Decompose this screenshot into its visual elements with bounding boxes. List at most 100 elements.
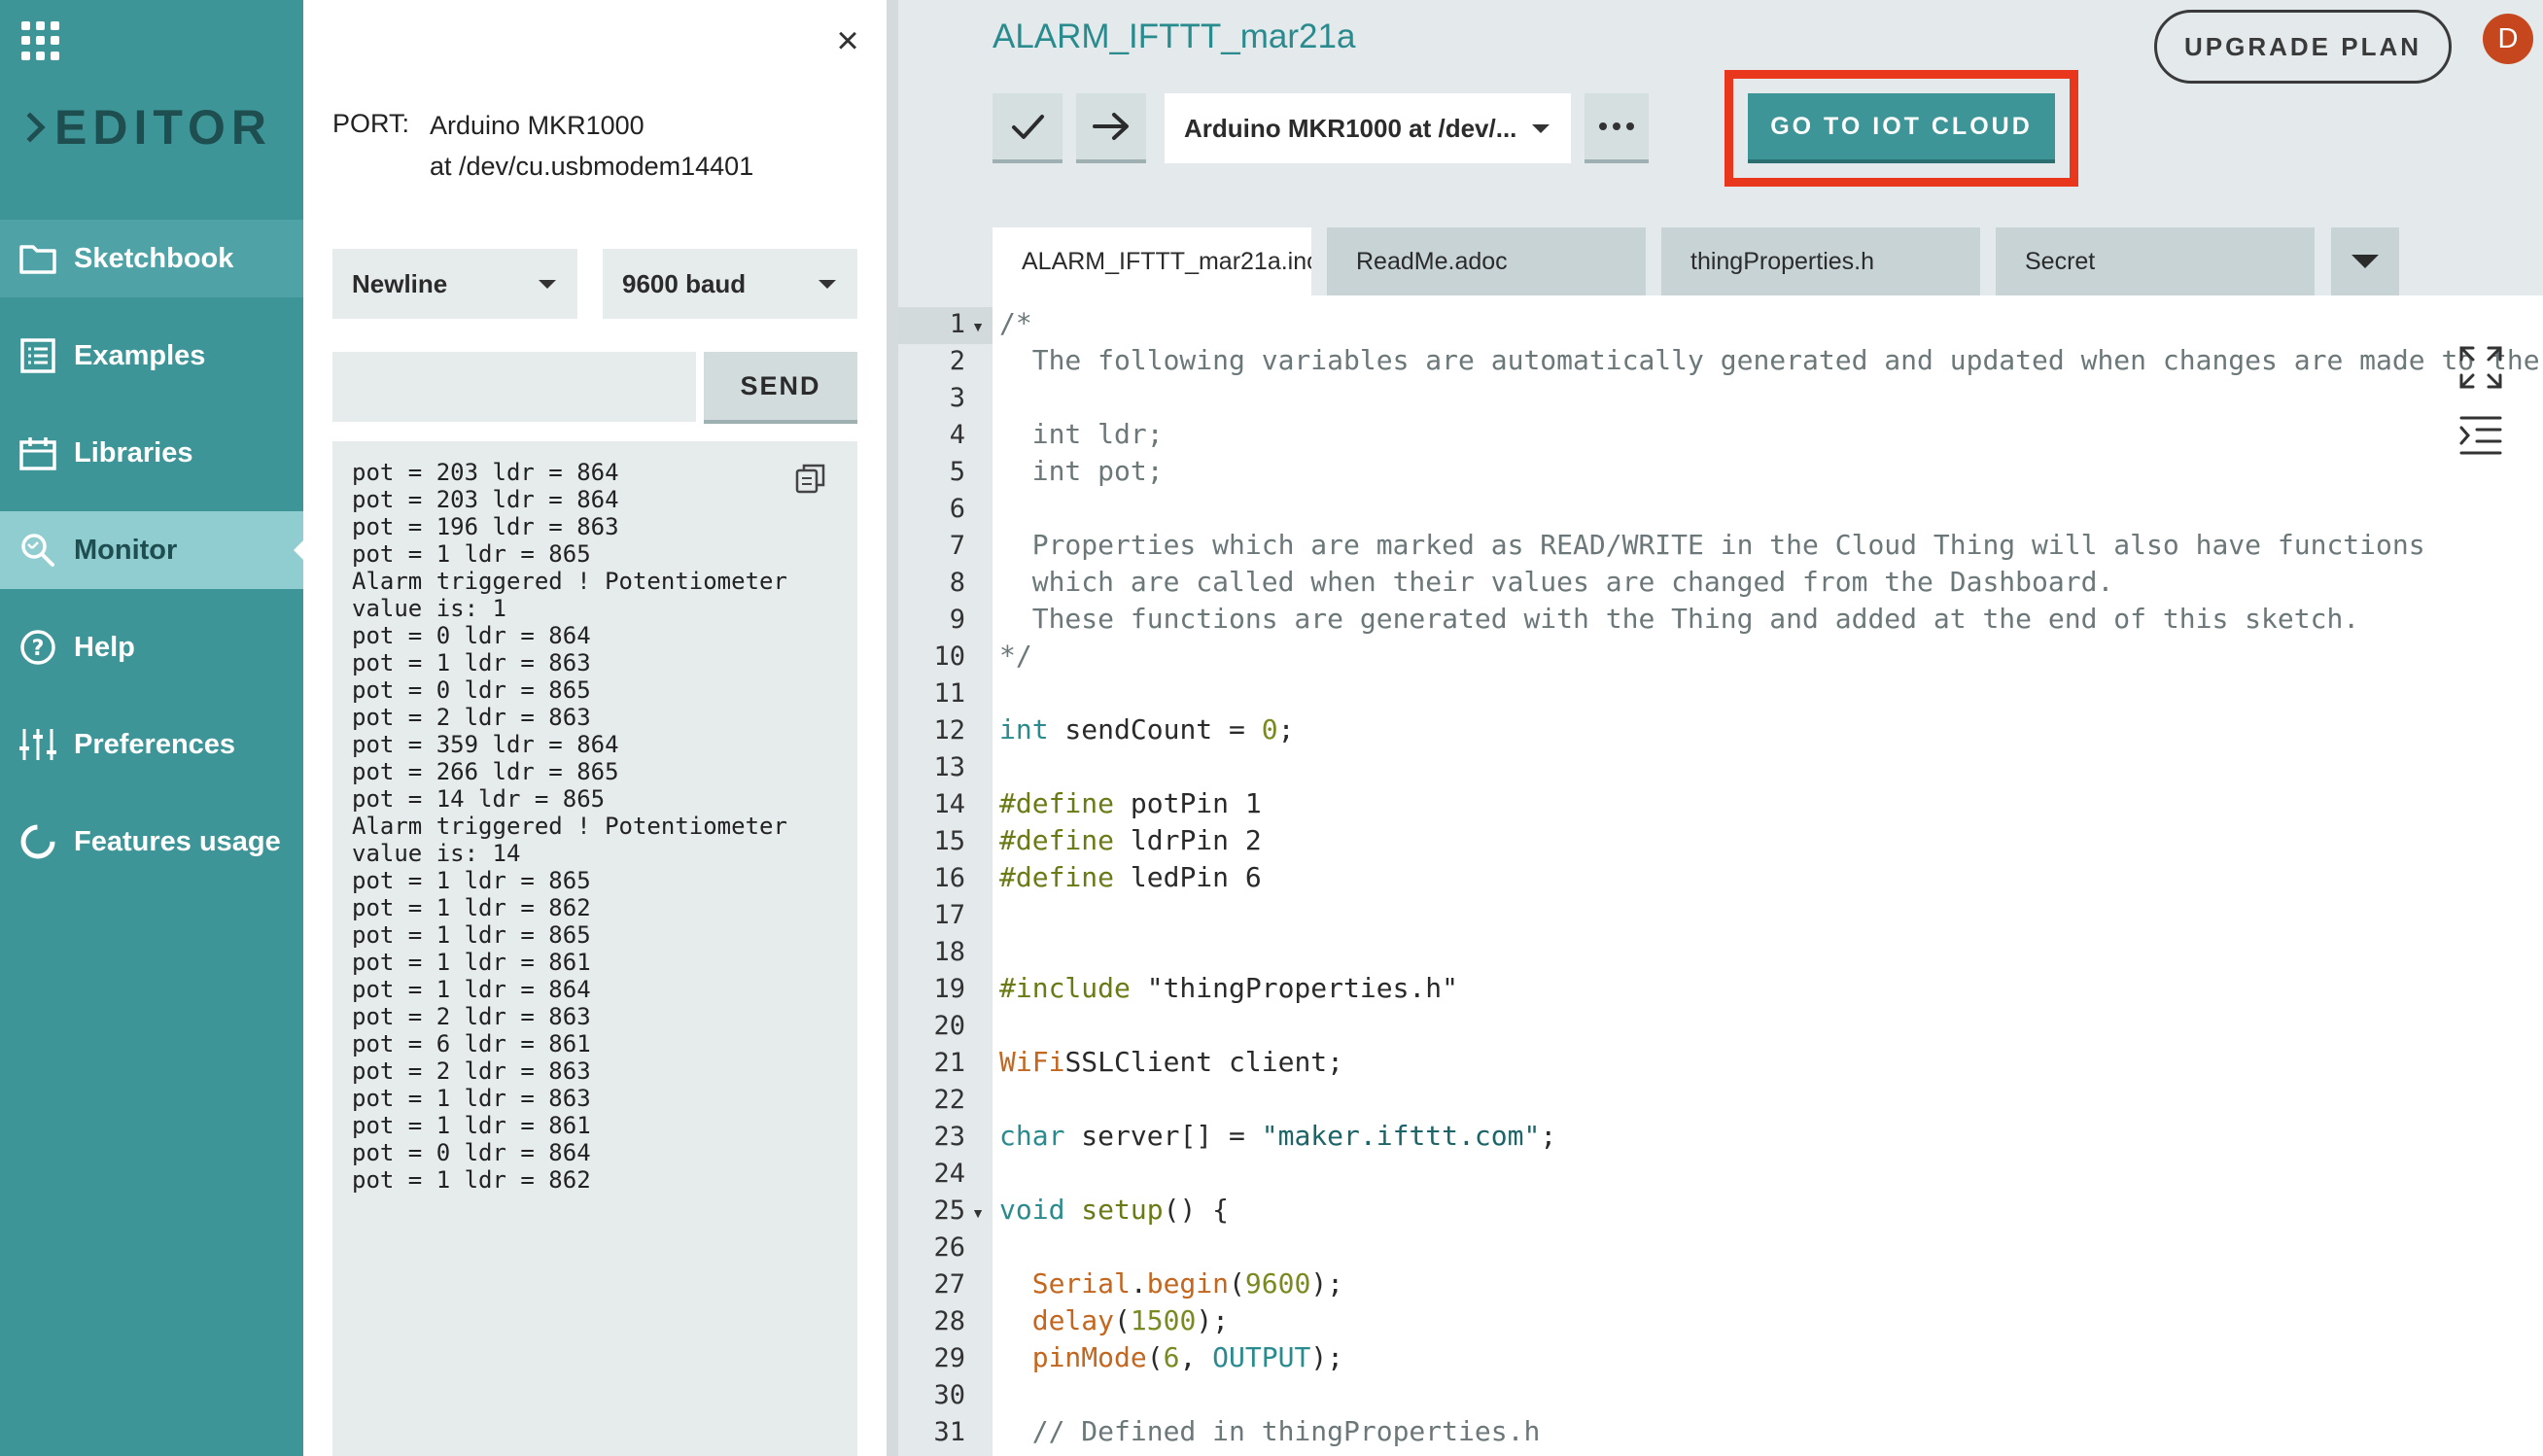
- line-number: 28: [933, 1306, 965, 1336]
- code-comment: /*: [999, 307, 1032, 339]
- tab-secret[interactable]: Secret: [1996, 227, 2315, 295]
- code-line-10: */: [999, 640, 1032, 672]
- tab-readme[interactable]: ReadMe.adoc: [1327, 227, 1646, 295]
- sidebar-item-label: Help: [74, 631, 135, 663]
- caret-down-icon: [539, 280, 556, 289]
- code-text: ,: [1179, 1341, 1213, 1373]
- sidebar-nav: Sketchbook Examples Libraries Monitor ? …: [0, 220, 303, 900]
- expand-icon[interactable]: [2457, 344, 2508, 395]
- sliders-icon: [17, 724, 58, 765]
- code-text: (: [1114, 1304, 1131, 1336]
- code-line-21: WiFiSSLClient client;: [999, 1046, 1343, 1078]
- code-text: );: [1196, 1304, 1230, 1336]
- code-line-16: #define ledPin 6: [999, 861, 1262, 893]
- code-line-2: The following variables are automaticall…: [999, 344, 2540, 376]
- code-line-23: char server[] = "maker.ifttt.com";: [999, 1120, 1556, 1152]
- upload-button[interactable]: [1076, 93, 1146, 163]
- tab-main-sketch[interactable]: ALARM_IFTTT_mar21a.ino: [993, 227, 1311, 295]
- code-preprocessor: #define: [999, 861, 1115, 893]
- line-number: 24: [933, 1159, 965, 1189]
- apps-grid-icon[interactable]: [21, 21, 60, 60]
- code-comment: These functions are generated with the T…: [999, 603, 2360, 635]
- code-text: server[] =: [1064, 1120, 1262, 1152]
- code-function: begin: [1146, 1267, 1230, 1300]
- checkmark-icon: [1012, 115, 1044, 139]
- fold-arrow-icon[interactable]: ▼: [971, 1205, 985, 1221]
- code-line-14: #define potPin 1: [999, 787, 1262, 819]
- sidebar-item-examples[interactable]: Examples: [0, 317, 303, 395]
- code-comment: int ldr;: [999, 418, 1164, 450]
- fold-arrow-icon[interactable]: ▼: [971, 319, 985, 334]
- upgrade-plan-button[interactable]: UPGRADE PLAN: [2154, 10, 2452, 84]
- code-line-25: void setup() {: [999, 1194, 1229, 1226]
- line-number: 10: [933, 641, 965, 672]
- code-line-19: #include "thingProperties.h": [999, 972, 1458, 1004]
- send-input[interactable]: [332, 352, 696, 422]
- line-number: 16: [933, 863, 965, 893]
- baud-rate-select[interactable]: 9600 baud: [603, 249, 857, 319]
- line-number: 13: [933, 752, 965, 782]
- dot-icon: [1613, 122, 1620, 130]
- line-number: 3: [949, 383, 965, 413]
- close-icon[interactable]: ×: [828, 19, 867, 62]
- send-button[interactable]: SEND: [704, 352, 857, 424]
- line-number: 17: [933, 900, 965, 930]
- serial-output[interactable]: pot = 203 ldr = 864 pot = 203 ldr = 864 …: [332, 441, 857, 1456]
- indent-icon[interactable]: [2457, 412, 2508, 463]
- line-number: 23: [933, 1122, 965, 1152]
- code-keyword: int: [999, 713, 1049, 745]
- sidebar-item-sketchbook[interactable]: Sketchbook: [0, 220, 303, 297]
- sidebar-item-libraries[interactable]: Libraries: [0, 414, 303, 492]
- sidebar-item-label: Features usage: [74, 825, 281, 857]
- sidebar-item-help[interactable]: ? Help: [0, 608, 303, 686]
- verify-button[interactable]: [993, 93, 1062, 163]
- editor-side-tools: [2457, 344, 2516, 480]
- code-text: potPin 1: [1114, 787, 1262, 819]
- line-number: 8: [949, 568, 965, 598]
- avatar[interactable]: D: [2483, 14, 2533, 64]
- sidebar-item-monitor[interactable]: Monitor: [0, 511, 303, 589]
- sidebar-item-preferences[interactable]: Preferences: [0, 706, 303, 783]
- line-ending-value: Newline: [352, 268, 448, 298]
- port-path: at /dev/cu.usbmodem14401: [430, 152, 754, 181]
- dot-icon: [1626, 122, 1634, 130]
- line-number-gutter: 1 2 3 4 5 6 7 8 9 10 11 12 13 14 15 16 17 18 19 20 21 22 23 24 2…: [898, 295, 993, 1456]
- code-line-31: // Defined in thingProperties.h: [999, 1415, 1541, 1447]
- line-number: 1: [949, 309, 965, 339]
- tabs-menu-button[interactable]: [2331, 227, 2399, 295]
- code-constant: OUTPUT: [1212, 1341, 1311, 1373]
- tab-thing-properties[interactable]: thingProperties.h: [1661, 227, 1980, 295]
- code-text: () {: [1163, 1194, 1230, 1226]
- line-number: 5: [949, 457, 965, 487]
- sketch-title[interactable]: ALARM_IFTTT_mar21a: [993, 17, 1355, 56]
- chevron-right-icon: [15, 112, 46, 143]
- code-line-9: These functions are generated with the T…: [999, 603, 2359, 635]
- more-options-button[interactable]: [1585, 93, 1649, 163]
- list-icon: [17, 335, 58, 376]
- monitor-search-icon: [17, 530, 58, 571]
- line-ending-select[interactable]: Newline: [332, 249, 577, 319]
- sidebar-item-label: Preferences: [74, 728, 236, 760]
- line-number: 2: [949, 346, 965, 376]
- board-select[interactable]: Arduino MKR1000 at /dev/...: [1165, 93, 1571, 163]
- code-preprocessor: #define: [999, 787, 1115, 819]
- code-string: "thingProperties.h": [1130, 972, 1459, 1004]
- line-number: 31: [933, 1417, 965, 1447]
- sidebar-item-label: Monitor: [74, 534, 178, 566]
- line-number: 15: [933, 826, 965, 856]
- line-number: 18: [933, 937, 965, 967]
- sidebar-item-features-usage[interactable]: Features usage: [0, 803, 303, 881]
- editor-brand: EDITOR: [15, 97, 272, 157]
- code-area[interactable]: 1 2 3 4 5 6 7 8 9 10 11 12 13 14 15 16 17 18 19 20 21 22 23 24 2…: [898, 295, 2543, 1456]
- code-line-1: /*: [999, 307, 1032, 339]
- panel-splitter[interactable]: [887, 0, 898, 1456]
- line-number: 21: [933, 1048, 965, 1078]
- code-editor-panel: ALARM_IFTTT_mar21a UPGRADE PLAN D Arduin…: [898, 0, 2543, 1456]
- code-comment: which are called when their values are c…: [999, 566, 2114, 598]
- board-select-value: Arduino MKR1000 at /dev/...: [1184, 113, 1517, 143]
- go-to-iot-cloud-button[interactable]: GO TO IOT CLOUD: [1748, 93, 2055, 163]
- copy-icon[interactable]: [793, 461, 828, 496]
- line-number: 4: [949, 420, 965, 450]
- code-comment: Properties which are marked as READ/WRIT…: [999, 529, 2425, 561]
- code-number: 9600: [1244, 1267, 1311, 1300]
